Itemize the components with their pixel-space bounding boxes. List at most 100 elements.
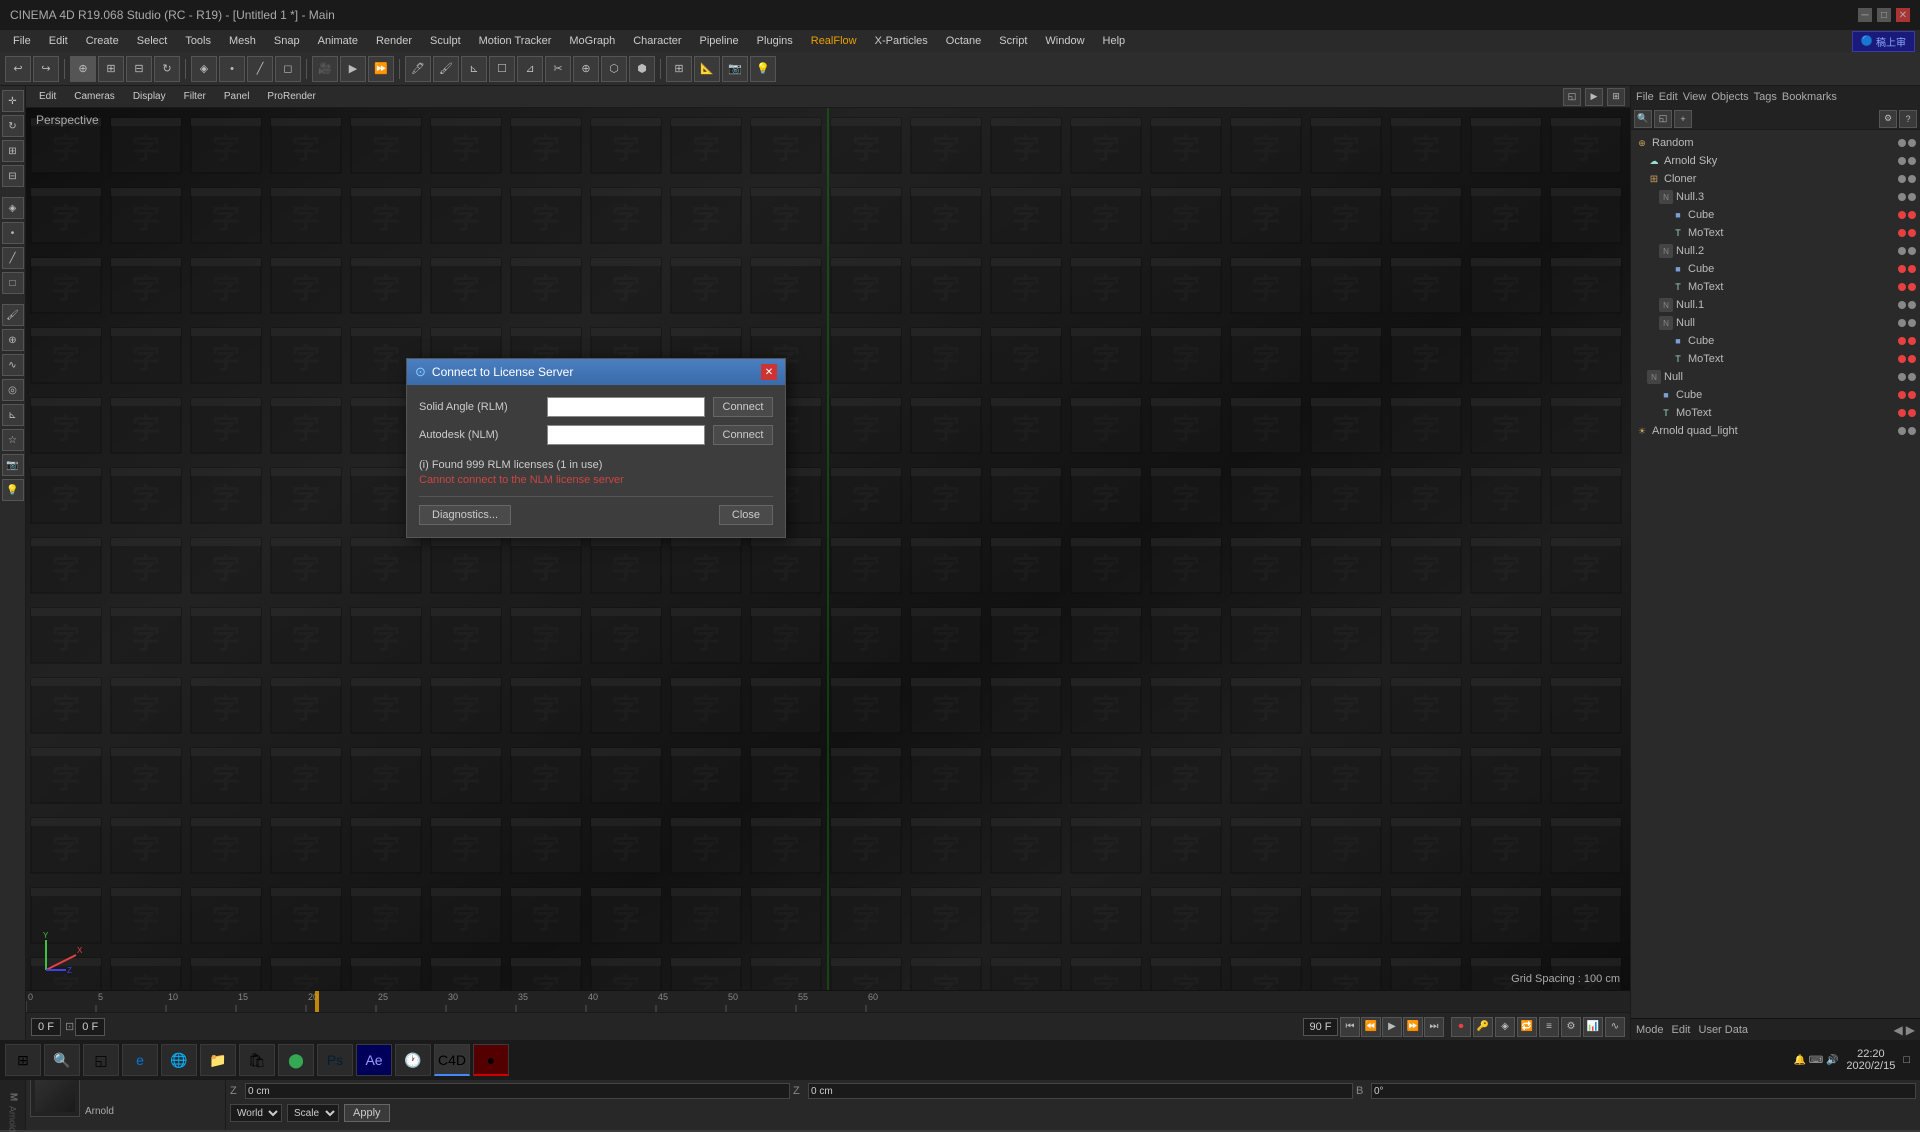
- tree-item-arnold-sky[interactable]: ☁ Arnold Sky: [1631, 152, 1920, 170]
- poly-mode[interactable]: ◻: [275, 56, 301, 82]
- tree-item-cloner[interactable]: ⊞ Cloner: [1631, 170, 1920, 188]
- apply-button[interactable]: Apply: [344, 1104, 390, 1122]
- brush-tool[interactable]: 🖌: [433, 56, 459, 82]
- current-frame-input[interactable]: [75, 1018, 105, 1036]
- viewport[interactable]: 字 Perspective Grid Spacing : 100 cm X: [26, 108, 1630, 990]
- lt-snap[interactable]: ⊕: [2, 329, 24, 351]
- motion-clip[interactable]: ◈: [1495, 1017, 1515, 1037]
- tab-user-data[interactable]: User Data: [1699, 1024, 1749, 1036]
- lt-scale[interactable]: ⊞: [2, 140, 24, 162]
- next-panel-button[interactable]: ▶: [1906, 1023, 1915, 1037]
- auto-key-button[interactable]: 🔑: [1473, 1017, 1493, 1037]
- menu-script[interactable]: Script: [991, 33, 1035, 49]
- dialog-close-button[interactable]: ✕: [761, 364, 777, 380]
- om-help[interactable]: ?: [1899, 110, 1917, 128]
- select-tool[interactable]: ☐: [489, 56, 515, 82]
- menu-tools[interactable]: Tools: [177, 33, 219, 49]
- start-frame-input[interactable]: [31, 1018, 61, 1036]
- render-view[interactable]: 🎥: [312, 56, 338, 82]
- render-active[interactable]: ▶: [340, 56, 366, 82]
- tree-item-null1[interactable]: N Null.1: [1631, 296, 1920, 314]
- tool-palette[interactable]: 🖊: [405, 56, 431, 82]
- c4d-button[interactable]: C4D: [434, 1044, 470, 1076]
- rlm-connect-button[interactable]: Connect: [713, 397, 773, 417]
- tab-bookmarks[interactable]: Bookmarks: [1782, 91, 1837, 103]
- knife-tool[interactable]: ✂: [545, 56, 571, 82]
- extrude-tool[interactable]: ⬡: [601, 56, 627, 82]
- menu-snap[interactable]: Snap: [266, 33, 308, 49]
- play-button[interactable]: ▶: [1382, 1017, 1402, 1037]
- goto-start-button[interactable]: ⏮: [1340, 1017, 1360, 1037]
- vm-prorender[interactable]: ProRender: [259, 89, 323, 104]
- diagnostics-button[interactable]: Diagnostics...: [419, 505, 511, 525]
- tree-item-null2[interactable]: N Null.2: [1631, 242, 1920, 260]
- grid-tool[interactable]: ⊞: [666, 56, 692, 82]
- minimize-button[interactable]: ─: [1858, 8, 1872, 22]
- tab-file[interactable]: File: [1636, 91, 1654, 103]
- vp-btn2[interactable]: ▶: [1585, 88, 1603, 106]
- point-mode[interactable]: •: [219, 56, 245, 82]
- lt-nurbs[interactable]: ◎: [2, 379, 24, 401]
- search-button[interactable]: 🔍: [44, 1044, 80, 1076]
- store-button[interactable]: 🛍: [239, 1044, 275, 1076]
- menu-mesh[interactable]: Mesh: [221, 33, 264, 49]
- lt-edge[interactable]: ╱: [2, 247, 24, 269]
- ruler-area[interactable]: 0 5 10 15 20 25 30 35: [26, 991, 1630, 1012]
- boolean-tool[interactable]: ⊕: [573, 56, 599, 82]
- tab-objects[interactable]: Objects: [1711, 91, 1748, 103]
- menu-motion-tracker[interactable]: Motion Tracker: [471, 33, 560, 49]
- om-expand[interactable]: +: [1674, 110, 1692, 128]
- z-size-input[interactable]: 0 cm: [808, 1083, 1353, 1099]
- explorer-button[interactable]: 📁: [200, 1044, 236, 1076]
- menu-window[interactable]: Window: [1037, 33, 1092, 49]
- tree-item-motext-2[interactable]: T MoText: [1631, 278, 1920, 296]
- render-all[interactable]: ⏩: [368, 56, 394, 82]
- lt-rotate[interactable]: ↻: [2, 115, 24, 137]
- vp-btn1[interactable]: ◱: [1563, 88, 1581, 106]
- tree-item-motext-4[interactable]: T MoText: [1631, 404, 1920, 422]
- max-frame-input[interactable]: [1303, 1018, 1338, 1036]
- menu-select[interactable]: Select: [129, 33, 176, 49]
- menu-render[interactable]: Render: [368, 33, 420, 49]
- menu-character[interactable]: Character: [625, 33, 689, 49]
- sculpt-tool[interactable]: ⊾: [461, 56, 487, 82]
- tab-view[interactable]: View: [1683, 91, 1707, 103]
- lt-light[interactable]: 💡: [2, 479, 24, 501]
- tab-mode[interactable]: Mode: [1636, 1024, 1664, 1036]
- tab-tags[interactable]: Tags: [1754, 91, 1777, 103]
- redo-button[interactable]: ↪: [33, 56, 59, 82]
- undo-button[interactable]: ↩: [5, 56, 31, 82]
- close-button[interactable]: Close: [719, 505, 773, 525]
- goto-end-button[interactable]: ⏭: [1424, 1017, 1444, 1037]
- nlm-connect-button[interactable]: Connect: [713, 425, 773, 445]
- z-pos-input[interactable]: 0 cm: [245, 1083, 790, 1099]
- maximize-button[interactable]: □: [1877, 8, 1891, 22]
- menu-mograph[interactable]: MoGraph: [561, 33, 623, 49]
- next-frame-button[interactable]: ⏩: [1403, 1017, 1423, 1037]
- magnet-tool[interactable]: ⊿: [517, 56, 543, 82]
- menu-octane[interactable]: Octane: [938, 33, 989, 49]
- taskview-button[interactable]: ◱: [83, 1044, 119, 1076]
- tree-item-motext-3[interactable]: T MoText: [1631, 350, 1920, 368]
- record-button[interactable]: ⏺: [1451, 1017, 1471, 1037]
- prev-panel-button[interactable]: ◀: [1894, 1023, 1903, 1037]
- move-button[interactable]: ⊞: [98, 56, 124, 82]
- edge-button[interactable]: e: [122, 1044, 158, 1076]
- scale-select[interactable]: Scale: [287, 1104, 339, 1122]
- nlm-input[interactable]: [547, 425, 705, 445]
- scale-button[interactable]: ⊟: [126, 56, 152, 82]
- settings-btn[interactable]: ⚙: [1561, 1017, 1581, 1037]
- clock-button[interactable]: 🕐: [395, 1044, 431, 1076]
- menu-edit[interactable]: Edit: [41, 33, 76, 49]
- vm-panel[interactable]: Panel: [216, 89, 258, 104]
- rlm-input[interactable]: [547, 397, 705, 417]
- timeline-btn[interactable]: 📊: [1583, 1017, 1603, 1037]
- lt-move[interactable]: ✛: [2, 90, 24, 112]
- red-app-button[interactable]: ●: [473, 1044, 509, 1076]
- action-center-icon[interactable]: □: [1903, 1054, 1910, 1066]
- edge-mode[interactable]: ╱: [247, 56, 273, 82]
- lt-deformer[interactable]: ⊾: [2, 404, 24, 426]
- menu-help[interactable]: Help: [1095, 33, 1134, 49]
- world-select[interactable]: World: [230, 1104, 282, 1122]
- conn-status-label[interactable]: 稿上审: [1876, 34, 1906, 49]
